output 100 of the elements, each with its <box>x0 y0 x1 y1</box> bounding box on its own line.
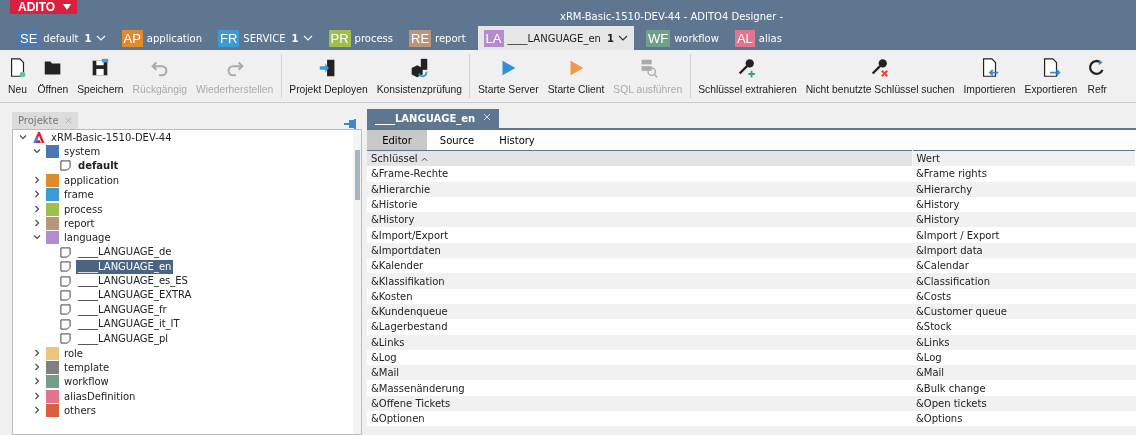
toolbar-button[interactable]: Konsistenzprüfung <box>372 50 467 102</box>
table-cell: &Mail <box>367 365 912 381</box>
table-cell: &Frame rights <box>912 166 1136 182</box>
sort-ascending-icon <box>420 156 428 162</box>
window-title: xRM-Basic-1510-DEV-44 - ADITO4 Designer - <box>560 11 784 22</box>
table-cell: &Stock <box>912 319 1136 335</box>
tab-label: process <box>354 32 393 44</box>
tree-item[interactable]: role <box>64 347 83 359</box>
type-badge: LA <box>483 29 504 47</box>
tree-item[interactable]: ____LANGUAGE_EXTRA <box>76 288 194 303</box>
toolbar-button[interactable]: Starte Client <box>543 50 609 102</box>
chevron-down-icon[interactable] <box>617 35 628 41</box>
tree-item[interactable]: process <box>64 203 103 215</box>
column-header[interactable]: Wert <box>912 150 1136 167</box>
tab-count: 1 <box>606 32 614 44</box>
tab-label: report <box>435 32 466 44</box>
table-cell: &Lagerbestand <box>367 319 912 335</box>
type-badge: RE <box>409 29 432 47</box>
toolbar-button[interactable]: Starte Server <box>473 50 544 102</box>
toolbar-button[interactable]: Öffnen <box>33 50 73 102</box>
table-cell: &Hierarchy <box>912 181 1136 197</box>
table-cell: &Kalender <box>367 258 912 274</box>
project-tab[interactable]: SE default 1 <box>14 26 110 50</box>
table-cell: &Importdaten <box>367 242 912 259</box>
tree-item[interactable]: workflow <box>64 376 109 388</box>
table-cell: &Classification <box>912 273 1136 289</box>
file-icon <box>60 275 71 287</box>
tree-item[interactable]: ____LANGUAGE_en <box>76 259 174 274</box>
project-tab[interactable]: PR process <box>324 26 397 50</box>
tree-item[interactable]: language <box>64 232 111 244</box>
tree-item[interactable]: report <box>64 218 95 230</box>
tree-item[interactable]: system <box>64 146 101 158</box>
table-cell: &Bulk change <box>912 380 1136 396</box>
tab-label: SERVICE <box>243 32 286 44</box>
project-tab[interactable]: AP application <box>117 26 206 50</box>
pin-icon[interactable] <box>344 119 358 129</box>
tab-label: ____LANGUAGE_en <box>507 32 601 44</box>
table-cell: &Frame-Rechte <box>367 166 912 182</box>
chevron-down-icon[interactable] <box>33 233 41 242</box>
file-icon <box>60 318 71 330</box>
tree-item[interactable]: ____LANGUAGE_es_ES <box>76 274 190 289</box>
tree-item[interactable]: template <box>64 361 110 373</box>
project-tab[interactable]: FR SERVICE 1 <box>214 26 317 50</box>
tree-item[interactable]: others <box>64 405 96 417</box>
toolbar-button[interactable]: Refr <box>1081 50 1113 102</box>
toolbar-button[interactable]: Exportieren <box>1020 50 1082 102</box>
type-badge: PR <box>328 29 351 47</box>
toolbar-button[interactable]: Schlüssel extrahieren <box>693 50 802 102</box>
table-cell: &Log <box>367 349 912 366</box>
project-tab[interactable]: AL alias <box>730 26 786 50</box>
app-menu-button[interactable]: ADITO <box>10 0 78 14</box>
table-cell: &Options <box>912 411 1136 427</box>
tab-label: workflow <box>674 32 719 44</box>
logo-icon <box>32 130 46 144</box>
type-badge: WF <box>645 29 671 47</box>
type-badge: FR <box>218 29 240 47</box>
caret-icon <box>63 4 72 10</box>
tree-item[interactable]: default <box>76 158 121 173</box>
close-icon[interactable] <box>483 113 492 121</box>
table-cell: &Log <box>912 349 1136 366</box>
tab-label: alias <box>758 32 782 44</box>
project-tab[interactable]: LA ____LANGUAGE_en 1 <box>477 26 634 50</box>
table-cell: &Mail <box>912 365 1136 381</box>
toolbar-button[interactable]: Speichern <box>72 50 129 102</box>
tree-item[interactable]: ____LANGUAGE_it_IT <box>76 317 182 332</box>
tree-item[interactable]: ____LANGUAGE_pl <box>76 331 171 346</box>
toolbar-button[interactable]: Importieren <box>959 50 1021 102</box>
table-cell: &Customer queue <box>912 303 1136 320</box>
tree-item[interactable]: ____LANGUAGE_fr <box>76 302 169 317</box>
table-cell: &Import data <box>912 242 1136 259</box>
toolbar-button[interactable]: Projekt Deployen <box>284 50 373 102</box>
scrollbar[interactable] <box>353 130 361 434</box>
table-cell: &Open tickets <box>912 395 1136 412</box>
table-cell: &History <box>367 212 912 228</box>
file-icon <box>60 290 71 301</box>
table-cell: &History <box>912 196 1136 213</box>
editor-subtab[interactable]: Editor <box>367 130 427 150</box>
tree-item[interactable]: ____LANGUAGE_de <box>76 245 174 260</box>
tab-label: default <box>43 32 79 44</box>
table-cell: &Kosten <box>367 288 912 304</box>
project-tab[interactable]: RE report <box>405 26 470 50</box>
editor-tab[interactable]: ____LANGUAGE_en <box>367 109 500 128</box>
table-cell: &Import / Export <box>912 227 1136 243</box>
toolbar-button[interactable]: Nicht benutzte Schlüssel suchen <box>801 50 959 102</box>
tree-item[interactable]: aliasDefinition <box>64 390 136 402</box>
tree-item[interactable]: application <box>64 174 120 186</box>
tab-label: application <box>146 32 202 44</box>
tree-item[interactable]: frame <box>64 189 94 201</box>
table-cell: &Optionen <box>367 411 912 427</box>
table-cell: &Hierarchie <box>367 181 912 197</box>
file-icon <box>60 304 71 316</box>
tree-item[interactable]: xRM-Basic-1510-DEV-44 <box>51 131 172 143</box>
column-header[interactable]: Schlüssel <box>367 150 912 167</box>
table-cell: &Links <box>367 334 912 350</box>
type-badge: AL <box>734 29 755 47</box>
toolbar-button[interactable]: Neu <box>2 50 33 102</box>
table-cell: &Calendar <box>912 258 1136 274</box>
project-tab[interactable]: WF workflow <box>641 26 723 50</box>
type-badge: SE <box>18 29 40 47</box>
table-cell: &Massenänderung <box>367 380 912 396</box>
